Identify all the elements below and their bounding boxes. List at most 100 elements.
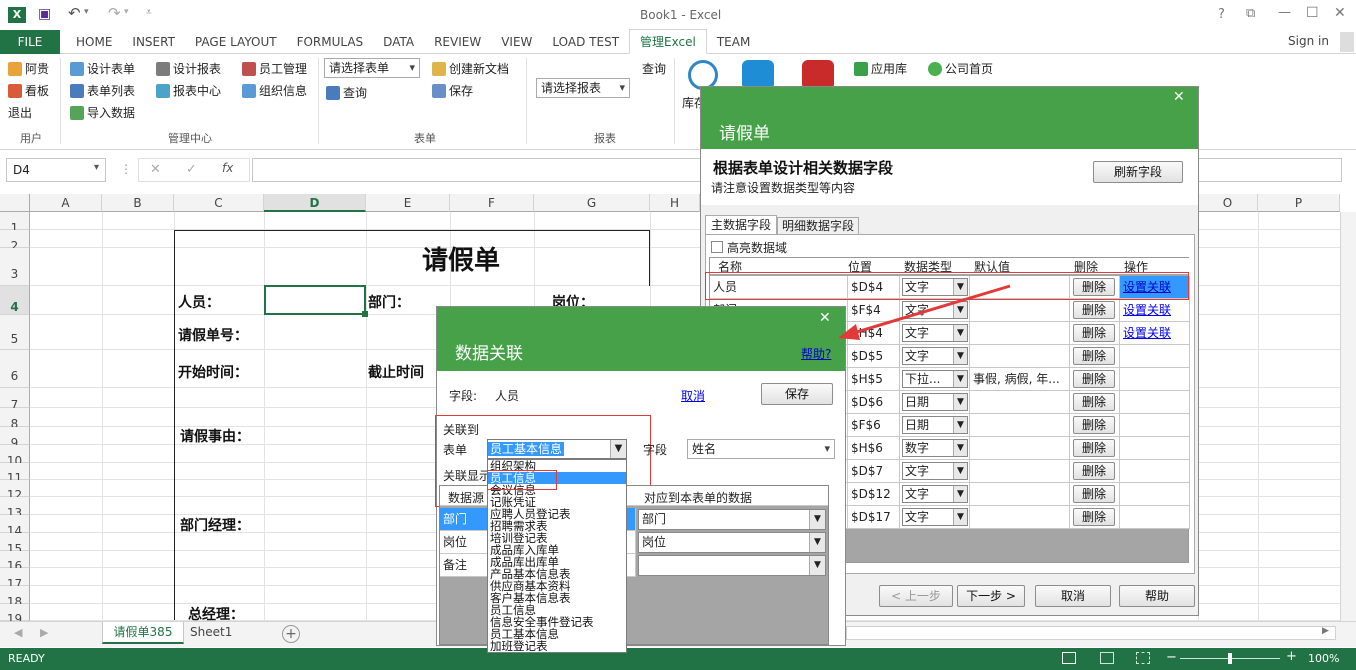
undo-icon[interactable]: ↶: [68, 4, 81, 22]
tab-file[interactable]: FILE: [0, 29, 60, 54]
import-data-button[interactable]: 导入数据: [70, 102, 135, 124]
field-set-link[interactable]: [1120, 414, 1190, 437]
create-doc-button[interactable]: 创建新文档: [432, 58, 509, 80]
col-header-a[interactable]: A: [30, 194, 102, 212]
field-delete-button[interactable]: 删除: [1070, 506, 1120, 529]
company-home-button[interactable]: 公司首页: [928, 58, 993, 80]
row-header-8[interactable]: 8: [0, 408, 30, 431]
mapping-target-select[interactable]: ▼: [638, 555, 826, 576]
prev-step-button[interactable]: < 上一步: [879, 585, 953, 607]
report-center-button[interactable]: 报表中心: [156, 80, 221, 102]
field-set-link[interactable]: [1120, 345, 1190, 368]
field-set-link[interactable]: [1120, 506, 1190, 529]
field-type-select[interactable]: 日期 ▼: [900, 414, 970, 437]
dialog-cancel-button[interactable]: 取消: [1035, 585, 1111, 607]
zoom-in-icon[interactable]: +: [1286, 649, 1297, 664]
scroll-right-icon[interactable]: ▶: [1322, 626, 1329, 636]
name-box-dropdown-icon[interactable]: ▾: [94, 162, 99, 173]
field-set-link[interactable]: 设置关联: [1120, 299, 1190, 322]
redo-icon[interactable]: ↷: [108, 4, 121, 22]
user-button[interactable]: 阿贵: [8, 58, 49, 80]
chevron-down-icon[interactable]: ▼: [809, 533, 825, 552]
field-set-link[interactable]: [1120, 391, 1190, 414]
minimize-icon[interactable]: —: [1278, 5, 1291, 20]
field-type-select[interactable]: 数字 ▼: [900, 437, 970, 460]
tab-review[interactable]: REVIEW: [424, 30, 491, 54]
row-header-18[interactable]: 18: [0, 586, 30, 609]
field-delete-button[interactable]: 删除: [1070, 414, 1120, 437]
maximize-icon[interactable]: ☐: [1306, 5, 1319, 21]
help-icon[interactable]: ?: [1218, 7, 1225, 22]
link-dialog-help-link[interactable]: 帮助?: [801, 345, 831, 362]
tab-team[interactable]: TEAM: [707, 30, 760, 54]
chevron-down-icon[interactable]: ▼: [953, 371, 967, 387]
link-cancel-link[interactable]: 取消: [681, 387, 705, 404]
chevron-down-icon[interactable]: ▼: [809, 556, 825, 575]
col-header-p[interactable]: P: [1258, 194, 1340, 212]
field-dialog-close-icon[interactable]: ✕: [1173, 89, 1185, 105]
row-header-2[interactable]: 2: [0, 230, 30, 253]
enter-icon[interactable]: ✓: [186, 162, 197, 177]
dialog-help-button[interactable]: 帮助: [1119, 585, 1195, 607]
row-header-13[interactable]: 13: [0, 497, 30, 520]
link-form-dropdown-icon[interactable]: ▼: [610, 440, 626, 458]
logout-button[interactable]: 退出: [8, 102, 49, 124]
row-header-6[interactable]: 6: [0, 350, 30, 388]
field-set-link[interactable]: [1120, 437, 1190, 460]
mapping-target-select[interactable]: 岗位 ▼: [638, 532, 826, 553]
tab-data[interactable]: DATA: [373, 30, 424, 54]
zoom-level[interactable]: 100%: [1308, 652, 1339, 665]
normal-view-icon[interactable]: [1062, 652, 1076, 664]
row-header-19[interactable]: 19: [0, 604, 30, 626]
tab-page-layout[interactable]: PAGE LAYOUT: [185, 30, 287, 54]
field-delete-button[interactable]: 删除: [1070, 299, 1120, 322]
col-header-h[interactable]: H: [650, 194, 700, 212]
form-query-button[interactable]: 查询: [326, 82, 367, 104]
row-header-10[interactable]: 10: [0, 445, 30, 468]
customize-quick-access-icon[interactable]: ⩡: [146, 7, 152, 18]
add-sheet-icon[interactable]: +: [282, 625, 300, 643]
field-set-link[interactable]: [1120, 368, 1190, 391]
field-type-select[interactable]: 文字 ▼: [900, 460, 970, 483]
row-header-16[interactable]: 16: [0, 551, 30, 573]
employee-mgmt-button[interactable]: 员工管理: [242, 58, 307, 80]
tab-formulas[interactable]: FORMULAS: [287, 30, 374, 54]
link-save-button[interactable]: 保存: [761, 383, 833, 405]
undo-dropdown-icon[interactable]: ▾: [84, 7, 89, 17]
design-report-button[interactable]: 设计报表: [156, 58, 221, 80]
row-header-14[interactable]: 14: [0, 515, 30, 538]
field-default-input[interactable]: [970, 437, 1070, 460]
sign-in-link[interactable]: Sign in: [1288, 34, 1329, 48]
field-type-select[interactable]: 文字 ▼: [900, 483, 970, 506]
chevron-down-icon[interactable]: ▼: [953, 463, 967, 479]
field-delete-button[interactable]: 删除: [1070, 345, 1120, 368]
row-header-15[interactable]: 15: [0, 533, 30, 556]
ribbon-display-options-icon[interactable]: ⧉: [1246, 6, 1255, 21]
chevron-down-icon[interactable]: ▼: [809, 510, 825, 529]
tab-load-test[interactable]: LOAD TEST: [542, 30, 629, 54]
field-default-input[interactable]: [970, 391, 1070, 414]
row-header-5[interactable]: 5: [0, 315, 30, 350]
tab-home[interactable]: HOME: [66, 30, 122, 54]
field-default-input[interactable]: [970, 483, 1070, 506]
link-dialog-close-icon[interactable]: ✕: [819, 310, 831, 326]
col-header-c[interactable]: C: [174, 194, 264, 212]
save-form-button[interactable]: 保存: [432, 80, 473, 102]
link-field2-select[interactable]: 姓名: [687, 439, 835, 459]
chevron-down-icon[interactable]: ▼: [953, 440, 967, 456]
dropdown-option[interactable]: 加班登记表: [488, 640, 626, 652]
redo-dropdown-icon[interactable]: ▾: [124, 7, 129, 17]
col-header-o[interactable]: O: [1198, 194, 1258, 212]
col-header-d[interactable]: D: [264, 194, 366, 212]
chevron-down-icon[interactable]: ▼: [953, 394, 967, 410]
vertical-scrollbar[interactable]: [1340, 212, 1356, 621]
row-header-12[interactable]: 12: [0, 480, 30, 502]
row-header-4[interactable]: 4: [0, 286, 30, 315]
dashboard-button[interactable]: 看板: [8, 80, 49, 102]
field-set-link[interactable]: [1120, 460, 1190, 483]
prev-sheet-icon[interactable]: ◀: [14, 626, 22, 639]
field-type-select[interactable]: 文字 ▼: [900, 506, 970, 529]
field-type-select[interactable]: 下拉... ▼: [900, 368, 970, 391]
design-form-button[interactable]: 设计表单: [70, 58, 135, 80]
select-report-combo[interactable]: 请选择报表: [536, 78, 630, 98]
